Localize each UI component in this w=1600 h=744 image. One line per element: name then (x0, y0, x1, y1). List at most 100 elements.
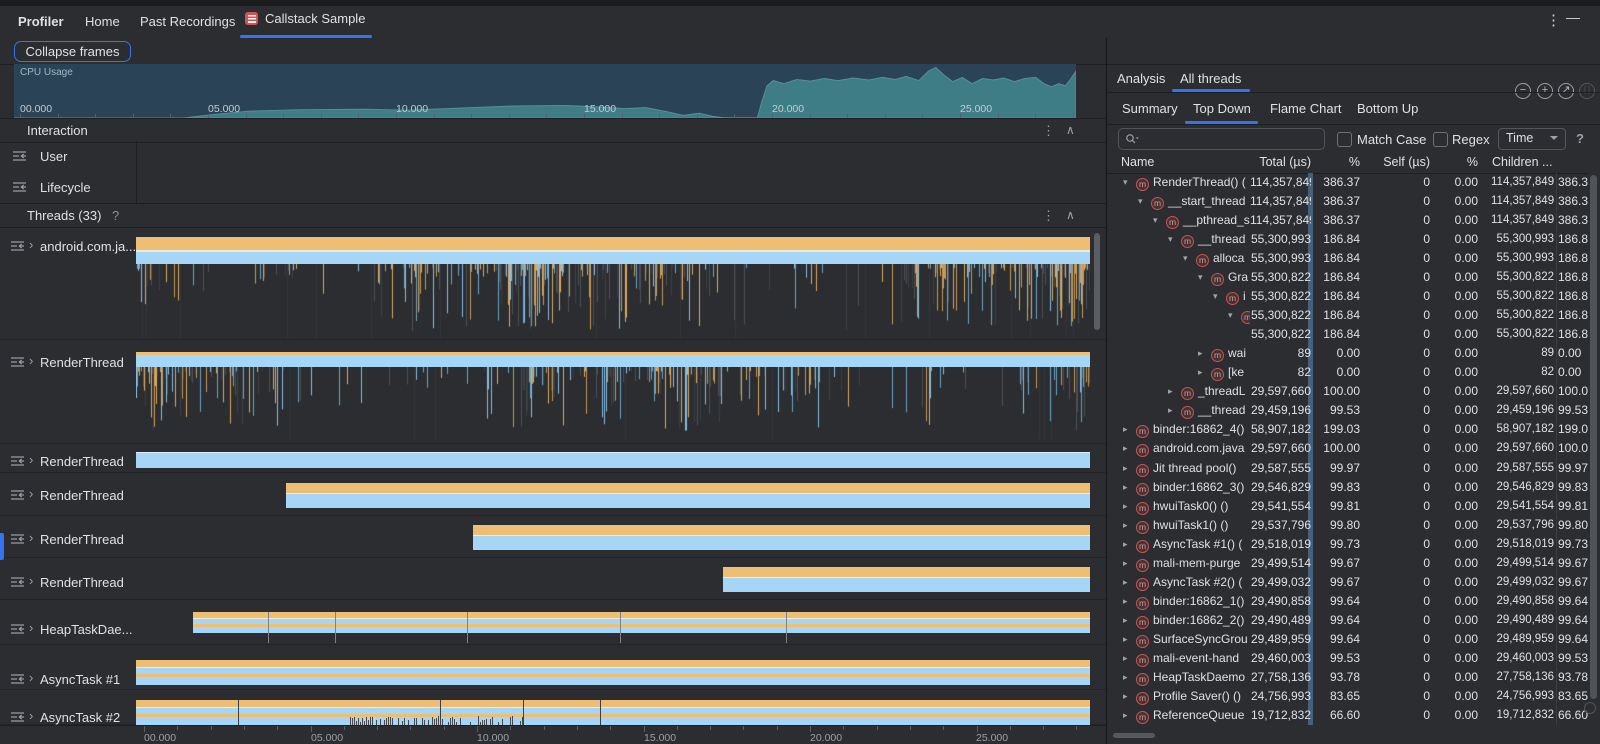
column-name[interactable]: Name (1121, 155, 1154, 169)
thread-lane[interactable]: ›RenderThread (0, 473, 1106, 516)
thread-activity-track[interactable] (136, 660, 1090, 685)
tree-expand-icon[interactable]: ▸ (1123, 516, 1136, 535)
more-options-icon[interactable]: ⋮ (1546, 11, 1561, 29)
tree-collapse-icon[interactable]: ▾ (1228, 306, 1241, 325)
threads-vertical-scrollbar[interactable] (1094, 233, 1100, 330)
expand-thread-icon[interactable]: › (29, 530, 33, 545)
table-row[interactable]: ▾mi55,300,822186.8400.0055,300,822186.84 (1107, 287, 1588, 306)
thread-activity-track[interactable] (193, 612, 1090, 633)
tree-expand-icon[interactable]: ▸ (1123, 573, 1136, 592)
table-row[interactable]: ▸mwai890.0000.00890.00 (1107, 344, 1588, 363)
tree-expand-icon[interactable]: ▸ (1123, 706, 1136, 725)
table-row[interactable]: ▾m(55,300,822186.8400.0055,300,822186.84 (1107, 306, 1588, 325)
tree-expand-icon[interactable]: ▸ (1123, 420, 1136, 439)
table-row[interactable]: 55,300,822186.8400.0055,300,822186.84 (1107, 325, 1588, 344)
table-row[interactable]: ▾mGra55,300,822186.8400.0055,300,822186.… (1107, 268, 1588, 287)
tree-collapse-icon[interactable]: ▾ (1198, 268, 1211, 287)
tab-analysis[interactable]: Analysis (1117, 71, 1165, 86)
column-total[interactable]: Total (µs) (1250, 155, 1311, 169)
tab-home[interactable]: Home (85, 14, 120, 29)
tree-expand-icon[interactable]: ▸ (1198, 344, 1211, 363)
thread-activity-track[interactable] (136, 352, 1090, 367)
tree-expand-icon[interactable]: ▸ (1123, 459, 1136, 478)
table-row[interactable]: ▾mRenderThread() (114,357,849386.3700.00… (1107, 173, 1588, 192)
search-input[interactable] (1118, 128, 1325, 150)
table-row[interactable]: ▸mJit thread pool()29,587,55599.9700.002… (1107, 459, 1588, 478)
tree-expand-icon[interactable]: ▸ (1168, 401, 1181, 420)
table-row[interactable]: ▾m__pthread_s114,357,849386.3700.00114,3… (1107, 211, 1588, 230)
tree-collapse-icon[interactable]: ▾ (1123, 173, 1136, 192)
tab-past-recordings[interactable]: Past Recordings (140, 14, 235, 29)
table-row[interactable]: ▸mbinder:16862_2()29,490,48999.6400.0029… (1107, 611, 1588, 630)
tree-collapse-icon[interactable]: ▾ (1168, 230, 1181, 249)
interaction-options-icon[interactable]: ⋮ (1042, 123, 1055, 139)
tree-expand-icon[interactable]: ▸ (1123, 478, 1136, 497)
tree-expand-icon[interactable]: ▸ (1168, 382, 1181, 401)
thread-lane[interactable]: ›HeapTaskDae... (0, 600, 1106, 645)
thread-lane[interactable]: ›RenderThread (0, 516, 1106, 558)
minimize-icon[interactable]: — (1566, 9, 1580, 25)
regex-checkbox[interactable] (1433, 132, 1448, 147)
interaction-section-header[interactable]: Interaction ⋮ ∧ (0, 118, 1106, 143)
column-self[interactable]: Self (µs) (1364, 155, 1430, 169)
table-row[interactable]: ▾malloca55,300,993186.8400.0055,300,9931… (1107, 249, 1588, 268)
threads-help-icon[interactable]: ? (112, 208, 119, 223)
table-row[interactable]: ▸mmali-event-hand29,460,00399.5300.0029,… (1107, 649, 1588, 668)
interaction-row-lifecycle[interactable]: Lifecycle (0, 172, 1106, 203)
tree-expand-icon[interactable]: ▸ (1123, 535, 1136, 554)
threads-section-header[interactable]: Threads (33) ? ⋮ ∧ (0, 203, 1106, 228)
tab-all-threads[interactable]: All threads (1180, 71, 1241, 86)
expand-thread-icon[interactable]: › (29, 708, 33, 723)
table-horizontal-scrollbar[interactable] (1113, 733, 1155, 738)
thread-lane[interactable]: ›RenderThread (0, 340, 1106, 444)
threads-collapse-icon[interactable]: ∧ (1066, 208, 1075, 222)
table-row[interactable]: ▸m__thread29,459,19699.5300.0029,459,196… (1107, 401, 1588, 420)
table-row[interactable]: ▸mAsyncTask #1() (29,518,01999.7300.0029… (1107, 535, 1588, 554)
table-row[interactable]: ▸mbinder:16862_1()29,490,85899.6400.0029… (1107, 592, 1588, 611)
table-row[interactable]: ▸mbinder:16862_3()29,546,82999.8300.0029… (1107, 478, 1588, 497)
tab-summary[interactable]: Summary (1122, 101, 1178, 116)
tab-top-down[interactable]: Top Down (1193, 101, 1251, 116)
interaction-collapse-icon[interactable]: ∧ (1066, 123, 1075, 137)
table-row[interactable]: ▸mHeapTaskDaemo27,758,13693.7800.0027,75… (1107, 668, 1588, 687)
match-case-checkbox[interactable] (1337, 132, 1352, 147)
search-help-icon[interactable]: ? (1576, 131, 1584, 146)
table-row[interactable]: ▸mbinder:16862_4()58,907,182199.0300.005… (1107, 420, 1588, 439)
tree-expand-icon[interactable]: ▸ (1123, 439, 1136, 458)
tab-bottom-up[interactable]: Bottom Up (1357, 101, 1418, 116)
tab-callstack-sample[interactable]: Callstack Sample (245, 11, 365, 26)
tree-expand-icon[interactable]: ▸ (1123, 497, 1136, 516)
expand-thread-icon[interactable]: › (29, 237, 33, 252)
thread-activity-track[interactable] (136, 700, 1090, 725)
thread-lane[interactable]: ›android.com.ja... (0, 226, 1106, 340)
table-row[interactable]: ▸mandroid.com.java29,597,660100.0000.002… (1107, 439, 1588, 458)
table-row[interactable]: ▸mAsyncTask #2() (29,499,03299.6700.0029… (1107, 573, 1588, 592)
tree-collapse-icon[interactable]: ▾ (1183, 249, 1196, 268)
thread-activity-track[interactable] (286, 483, 1090, 508)
column-total-pct[interactable]: % (1314, 155, 1360, 169)
tree-expand-icon[interactable]: ▸ (1123, 611, 1136, 630)
table-row[interactable]: ▸mReferenceQueue19,712,83266.6000.0019,7… (1107, 706, 1588, 725)
thread-lane[interactable]: ›AsyncTask #1 (0, 645, 1106, 690)
interaction-row-user[interactable]: User (0, 141, 1106, 172)
column-children[interactable]: Children ... (1492, 155, 1552, 169)
expand-thread-icon[interactable]: › (29, 620, 33, 635)
tab-flame-chart[interactable]: Flame Chart (1270, 101, 1342, 116)
thread-lane[interactable]: ›RenderThread (0, 444, 1106, 473)
table-vertical-scrollbar[interactable] (1590, 175, 1597, 699)
table-row[interactable]: ▾m__thread55,300,993186.8400.0055,300,99… (1107, 230, 1588, 249)
collapse-frames-button[interactable]: Collapse frames (14, 41, 131, 62)
tree-expand-icon[interactable]: ▸ (1123, 630, 1136, 649)
threads-options-icon[interactable]: ⋮ (1042, 208, 1055, 224)
table-row[interactable]: ▸mhwuiTask0() ()29,541,55499.8100.0029,5… (1107, 497, 1588, 516)
expand-thread-icon[interactable]: › (29, 486, 33, 501)
expand-thread-icon[interactable]: › (29, 353, 33, 368)
cpu-usage-chart[interactable]: CPU Usage 00.00005.00010.00015.00020.000… (14, 64, 1076, 118)
tree-collapse-icon[interactable]: ▾ (1213, 287, 1226, 306)
thread-activity-track[interactable] (473, 525, 1090, 550)
thread-activity-track[interactable] (723, 567, 1090, 592)
table-row[interactable]: ▸mmali-mem-purge29,499,51499.6700.0029,4… (1107, 554, 1588, 573)
table-row[interactable]: ▸m[ke820.0000.00820.00 (1107, 363, 1588, 382)
thread-lane[interactable]: ›AsyncTask #2 (0, 690, 1106, 725)
expand-thread-icon[interactable]: › (29, 452, 33, 467)
